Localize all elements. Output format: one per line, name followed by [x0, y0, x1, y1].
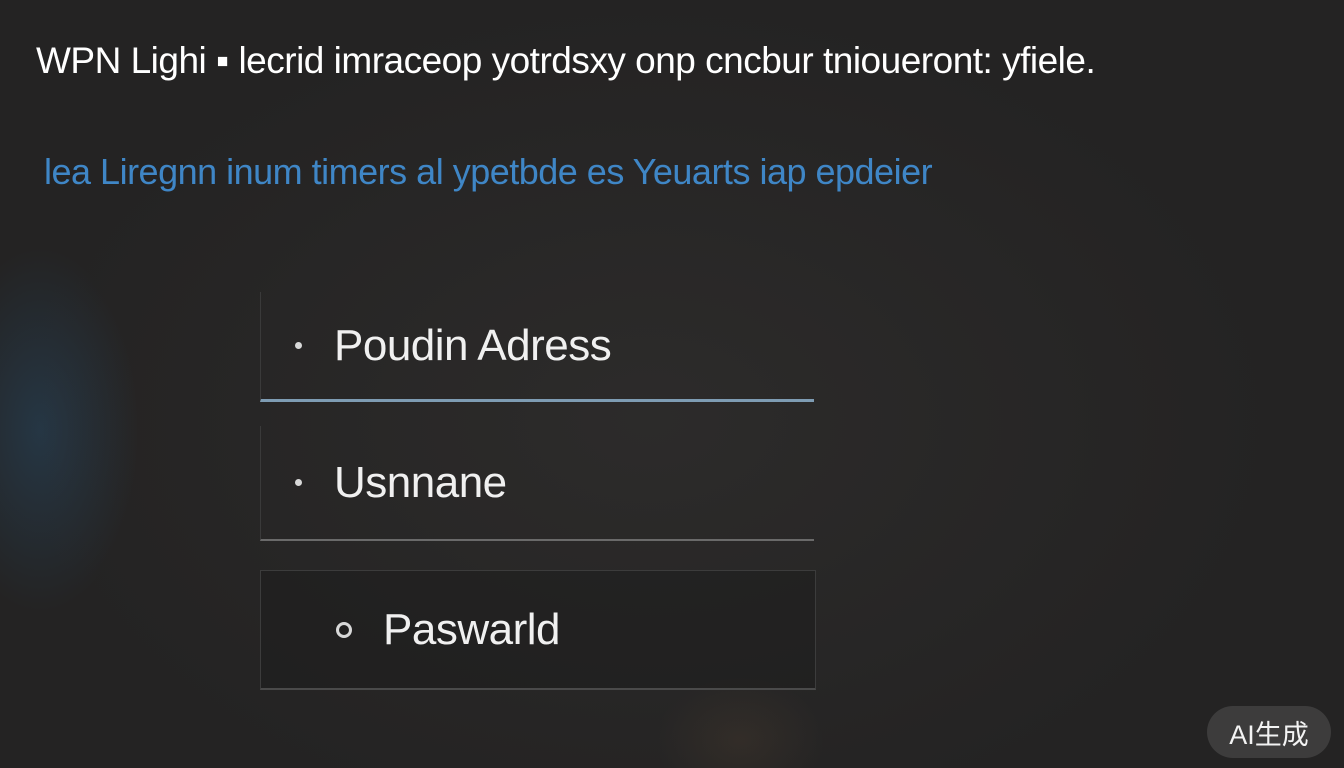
- password-field[interactable]: Paswarld: [260, 570, 816, 690]
- ai-generated-badge: AI生成: [1207, 706, 1331, 758]
- bullet-icon: [295, 479, 302, 486]
- bullet-icon: [295, 342, 302, 349]
- address-field[interactable]: Poudin Adress: [260, 292, 814, 402]
- app-title: WPN Lighi ▪ lecrid imraceop yotrdsxy onp…: [36, 40, 1096, 81]
- password-field-label: Paswarld: [383, 604, 560, 654]
- address-field-label: Poudin Adress: [334, 320, 612, 370]
- radio-ring-icon: [336, 621, 352, 638]
- username-field[interactable]: Usnnane: [260, 426, 814, 541]
- username-field-label: Usnnane: [334, 457, 507, 507]
- subtitle-text: lea Liregnn inum timers al ypetbde es Ye…: [44, 151, 933, 192]
